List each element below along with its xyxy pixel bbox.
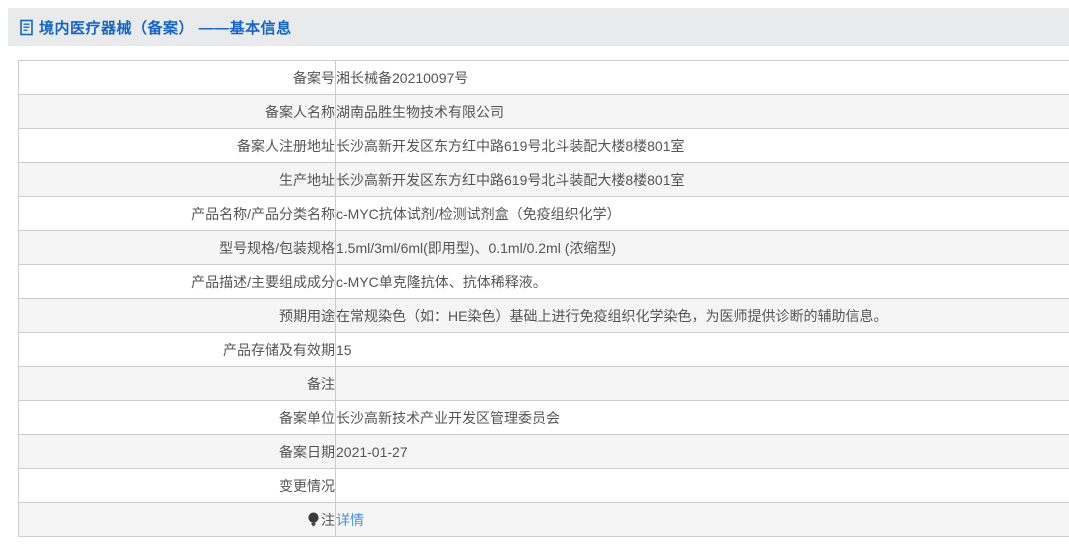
row-value: 湘长械备20210097号	[335, 60, 1069, 95]
row-value: 2021-01-27	[335, 434, 1069, 469]
table-row: 备案日期 2021-01-27	[18, 434, 1069, 469]
bulb-icon	[307, 512, 320, 527]
row-value: 在常规染色（如：HE染色）基础上进行免疫组织化学染色，为医师提供诊断的辅助信息。	[335, 298, 1069, 333]
row-label: 备注	[18, 366, 336, 401]
table-row: 产品名称/产品分类名称 c-MYC抗体试剂/检测试剂盒（免疫组织化学）	[18, 196, 1069, 231]
row-value: 长沙高新开发区东方红中路619号北斗装配大楼8楼801室	[335, 128, 1069, 163]
row-label: 变更情况	[18, 468, 336, 503]
row-label: 备案人注册地址	[18, 128, 336, 163]
row-label: 预期用途	[18, 298, 336, 333]
row-value: c-MYC单克隆抗体、抗体稀释液。	[335, 264, 1069, 299]
row-label: 备案单位	[18, 400, 336, 435]
row-label: 产品存储及有效期	[18, 332, 336, 367]
table-row: 型号规格/包装规格 1.5ml/3ml/6ml(即用型)、0.1ml/0.2ml …	[18, 230, 1069, 265]
row-label: 产品描述/主要组成成分	[18, 264, 336, 299]
row-value: 长沙高新技术产业开发区管理委员会	[335, 400, 1069, 435]
table-row: 注详情	[18, 502, 1069, 537]
row-value: 详情	[335, 502, 1069, 537]
row-label: 备案日期	[18, 434, 336, 469]
table-row: 预期用途 在常规染色（如：HE染色）基础上进行免疫组织化学染色，为医师提供诊断的辅…	[18, 298, 1069, 333]
row-label: 备案人名称	[18, 94, 336, 129]
row-value: c-MYC抗体试剂/检测试剂盒（免疫组织化学）	[335, 196, 1069, 231]
row-value	[335, 468, 1069, 503]
document-icon	[18, 19, 35, 36]
row-label: 型号规格/包装规格	[18, 230, 336, 265]
row-value: 长沙高新开发区东方红中路619号北斗装配大楼8楼801室	[335, 162, 1069, 197]
info-table-body: 备案号 湘长械备20210097号 备案人名称 湖南品胜生物技术有限公司 备案人注册地址…	[18, 60, 1069, 537]
table-row: 备案号 湘长械备20210097号	[18, 60, 1069, 95]
row-label: 注	[18, 502, 336, 537]
row-label: 备案号	[18, 60, 336, 95]
registration-detail-page: 境内医疗器械（备案） ——基本信息 备案号 湘长械备20210097号 备案人名称湖…	[0, 0, 1069, 550]
row-value: 15	[335, 332, 1069, 367]
page-title: 境内医疗器械（备案） ——基本信息	[39, 19, 292, 37]
row-label: 产品名称/产品分类名称	[18, 196, 336, 231]
basic-info-table: 备案号 湘长械备20210097号 备案人名称 湖南品胜生物技术有限公司 备案人注册地址…	[18, 60, 1069, 537]
table-row: 备注	[18, 366, 1069, 401]
row-value: 湖南品胜生物技术有限公司	[335, 94, 1069, 129]
row-value	[335, 366, 1069, 401]
table-row: 产品描述/主要组成成分 c-MYC单克隆抗体、抗体稀释液。	[18, 264, 1069, 299]
section-header: 境内医疗器械（备案） ——基本信息	[8, 8, 1069, 46]
table-row: 备案人名称 湖南品胜生物技术有限公司	[18, 94, 1069, 129]
table-row: 变更情况	[18, 468, 1069, 503]
detail-link[interactable]: 详情	[336, 512, 364, 528]
row-label: 生产地址	[18, 162, 336, 197]
table-row: 产品存储及有效期 15	[18, 332, 1069, 367]
row-value: 1.5ml/3ml/6ml(即用型)、0.1ml/0.2ml (浓缩型)	[335, 230, 1069, 265]
table-row: 生产地址 长沙高新开发区东方红中路619号北斗装配大楼8楼801室	[18, 162, 1069, 197]
table-row: 备案人注册地址 长沙高新开发区东方红中路619号北斗装配大楼8楼801室	[18, 128, 1069, 163]
table-row: 备案单位 长沙高新技术产业开发区管理委员会	[18, 400, 1069, 435]
